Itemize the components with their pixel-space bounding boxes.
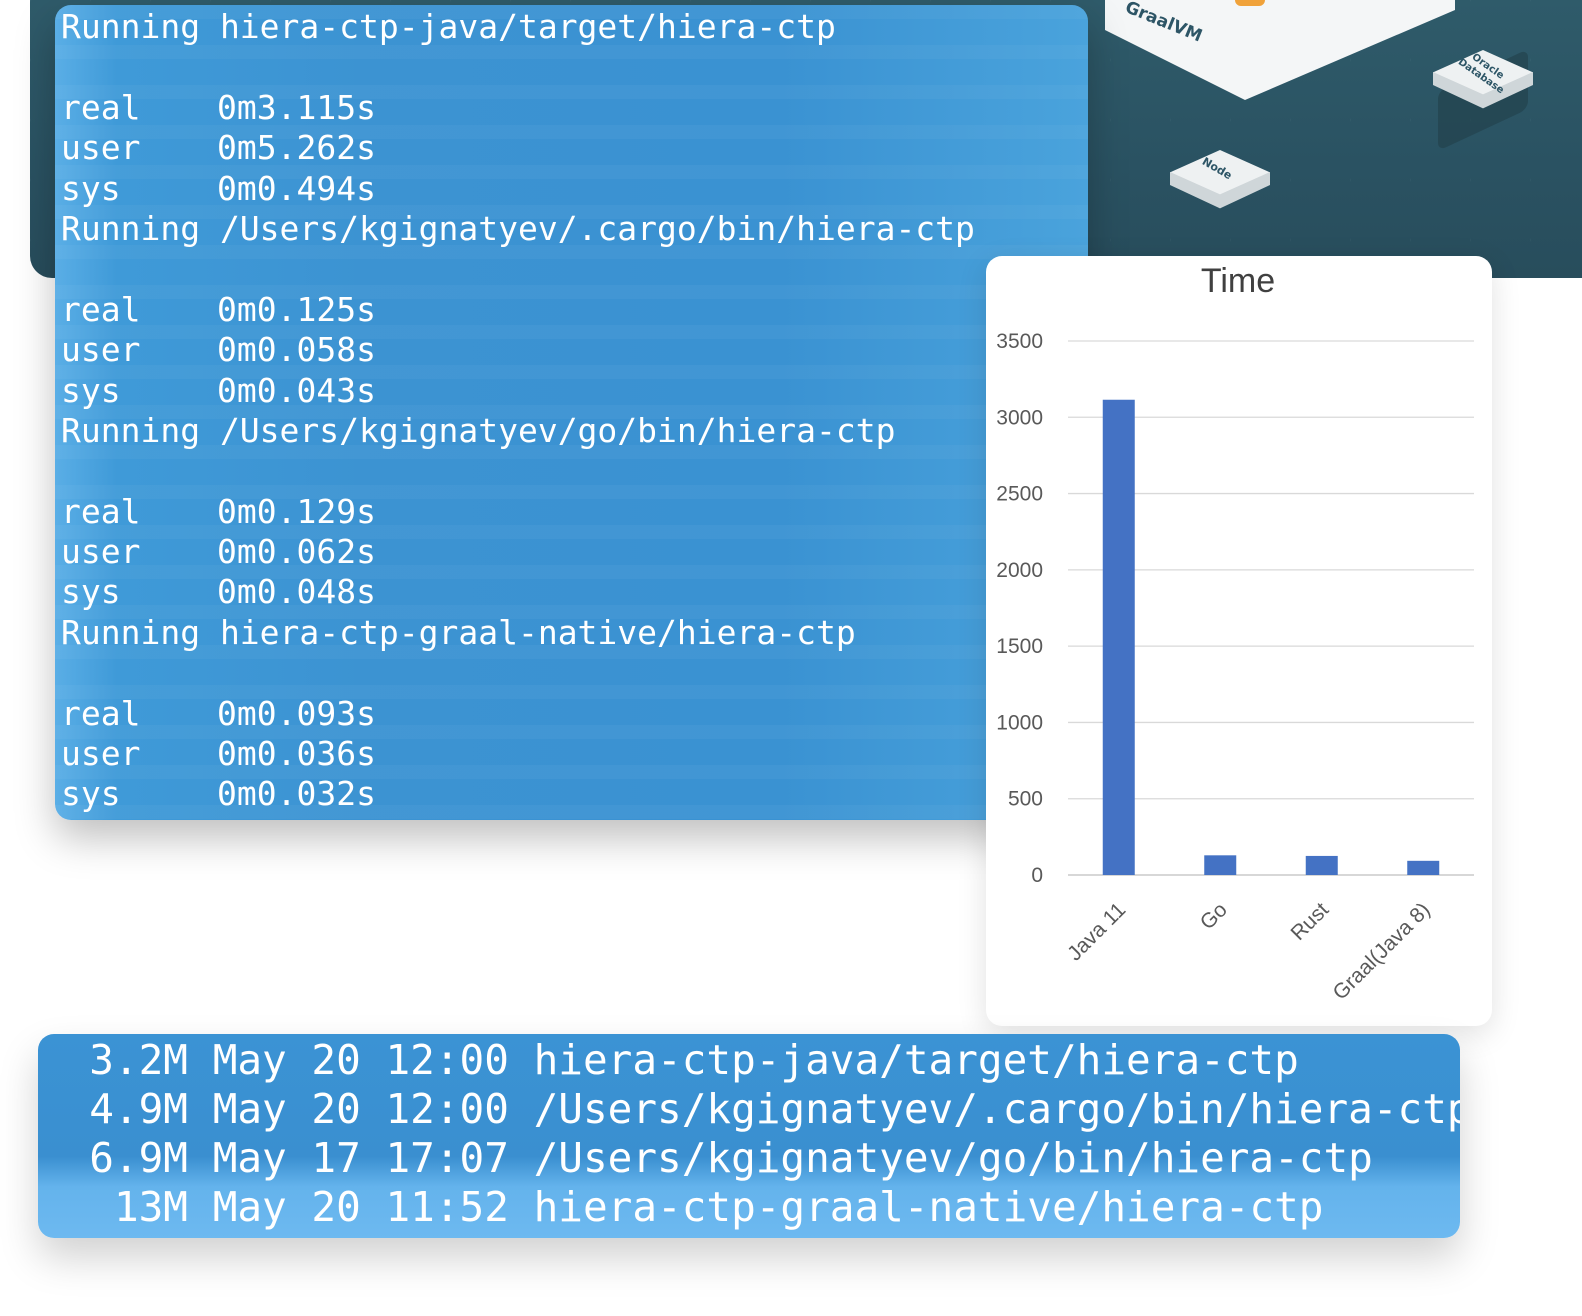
file-size: 3.2M [89, 1036, 188, 1084]
real-label: real [61, 693, 141, 733]
y-tick-label: 3500 [996, 330, 1043, 353]
real-time-line: real 0m0.129s [61, 492, 975, 532]
file-size: 6.9M [89, 1134, 188, 1182]
x-category-label: Go [1196, 898, 1232, 934]
real-time-line: real 0m3.115s [61, 88, 975, 128]
timing-terminal-panel: Running hiera-ctp-java/target/hiera-ctp … [55, 5, 1088, 820]
graalvm-cube: GraalVM [1105, 0, 1465, 110]
real-label: real [61, 87, 141, 127]
sys-value: 0m0.494s [217, 168, 376, 208]
x-category-label: Graal(Java 8) [1329, 898, 1435, 1004]
real-value: 0m0.093s [217, 693, 376, 733]
node-cube: Node [1165, 140, 1275, 250]
sys-time-line: sys 0m0.048s [61, 572, 975, 612]
sys-label: sys [61, 370, 121, 410]
file-path: hiera-ctp-java/target/hiera-ctp [533, 1036, 1299, 1084]
file-size: 13M [113, 1183, 188, 1231]
file-path: /Users/kgignatyev/go/bin/hiera-ctp [533, 1134, 1373, 1182]
file-path: hiera-ctp-graal-native/hiera-ctp [533, 1183, 1324, 1231]
bar [1305, 855, 1338, 875]
sys-value: 0m0.032s [217, 774, 376, 814]
y-tick-label: 1500 [996, 635, 1043, 658]
x-category-label: Rust [1286, 898, 1333, 945]
file-size: 4.9M [89, 1085, 188, 1133]
user-label: user [61, 330, 141, 370]
sys-time-line: sys 0m0.494s [61, 169, 975, 209]
file-listing: 3.2M May 20 12:00 hiera-ctp-java/target/… [70, 1036, 1460, 1232]
file-row: 4.9M May 20 12:00 /Users/kgignatyev/.car… [70, 1085, 1460, 1134]
real-value: 0m3.115s [217, 87, 376, 127]
running-line: Running /Users/kgignatyev/go/bin/hiera-c… [61, 410, 896, 450]
file-row: 6.9M May 17 17:07 /Users/kgignatyev/go/b… [70, 1134, 1460, 1183]
sys-value: 0m0.048s [217, 572, 376, 612]
time-bar-chart: Time 0 500 1000 1500 2000 2500 3000 3500 Java 11… [996, 262, 1474, 1004]
bar [1102, 399, 1135, 875]
real-time-line: real 0m0.125s [61, 290, 975, 330]
file-date: May 20 12:00 [212, 1036, 509, 1084]
real-label: real [61, 491, 141, 531]
sys-label: sys [61, 774, 121, 814]
user-value: 0m0.058s [217, 330, 376, 370]
oracle-database-cube: Oracle Database [1428, 40, 1538, 151]
sys-value: 0m0.043s [217, 370, 376, 410]
bar [1204, 855, 1237, 875]
file-path: /Users/kgignatyev/.cargo/bin/hiera-ctp [533, 1085, 1460, 1133]
running-line: Running hiera-ctp-java/target/hiera-ctp [61, 7, 836, 46]
file-date: May 20 12:00 [212, 1085, 509, 1133]
user-time-line: user 0m0.058s [61, 330, 975, 370]
file-date: May 17 17:07 [212, 1134, 509, 1182]
y-tick-label: 1000 [996, 711, 1043, 734]
file-row: 3.2M May 20 12:00 hiera-ctp-java/target/… [70, 1036, 1460, 1085]
file-date: May 20 11:52 [212, 1183, 509, 1231]
real-label: real [61, 289, 141, 329]
sys-label: sys [61, 572, 121, 612]
user-value: 0m5.262s [217, 128, 376, 168]
user-label: user [61, 532, 141, 572]
sys-label: sys [61, 168, 121, 208]
sys-time-line: sys 0m0.032s [61, 774, 975, 814]
graalvm-accent-shape [1235, 0, 1265, 6]
user-time-line: user 0m0.062s [61, 532, 975, 572]
y-tick-label: 2000 [996, 559, 1043, 582]
y-tick-label: 2500 [996, 483, 1043, 506]
real-time-line: real 0m0.093s [61, 694, 975, 734]
y-tick-label: 500 [1008, 788, 1043, 811]
user-label: user [61, 734, 141, 774]
binary-sizes-panel: 3.2M May 20 12:00 hiera-ctp-java/target/… [38, 1034, 1460, 1238]
real-value: 0m0.129s [217, 491, 376, 531]
time-chart-card: Time 0 500 1000 1500 2000 2500 3000 3500 Java 11… [986, 256, 1492, 1026]
x-category-label: Java 11 [1063, 898, 1130, 965]
sys-time-line: sys 0m0.043s [61, 371, 975, 411]
running-line: Running /Users/kgignatyev/.cargo/bin/hie… [61, 208, 975, 248]
user-value: 0m0.062s [217, 532, 376, 572]
user-label: user [61, 128, 141, 168]
chart-title: Time [1201, 262, 1275, 300]
running-line: Running hiera-ctp-graal-native/hiera-ctp [61, 612, 856, 652]
file-row: 13M May 20 11:52 hiera-ctp-graal-native/… [70, 1183, 1460, 1232]
real-value: 0m0.125s [217, 289, 376, 329]
bar [1407, 860, 1440, 875]
y-tick-label: 0 [1031, 864, 1043, 887]
user-time-line: user 0m5.262s [61, 128, 975, 168]
user-time-line: user 0m0.036s [61, 734, 975, 774]
user-value: 0m0.036s [217, 734, 376, 774]
terminal-output: Running hiera-ctp-java/target/hiera-ctp … [61, 7, 975, 815]
y-tick-label: 3000 [996, 406, 1043, 429]
